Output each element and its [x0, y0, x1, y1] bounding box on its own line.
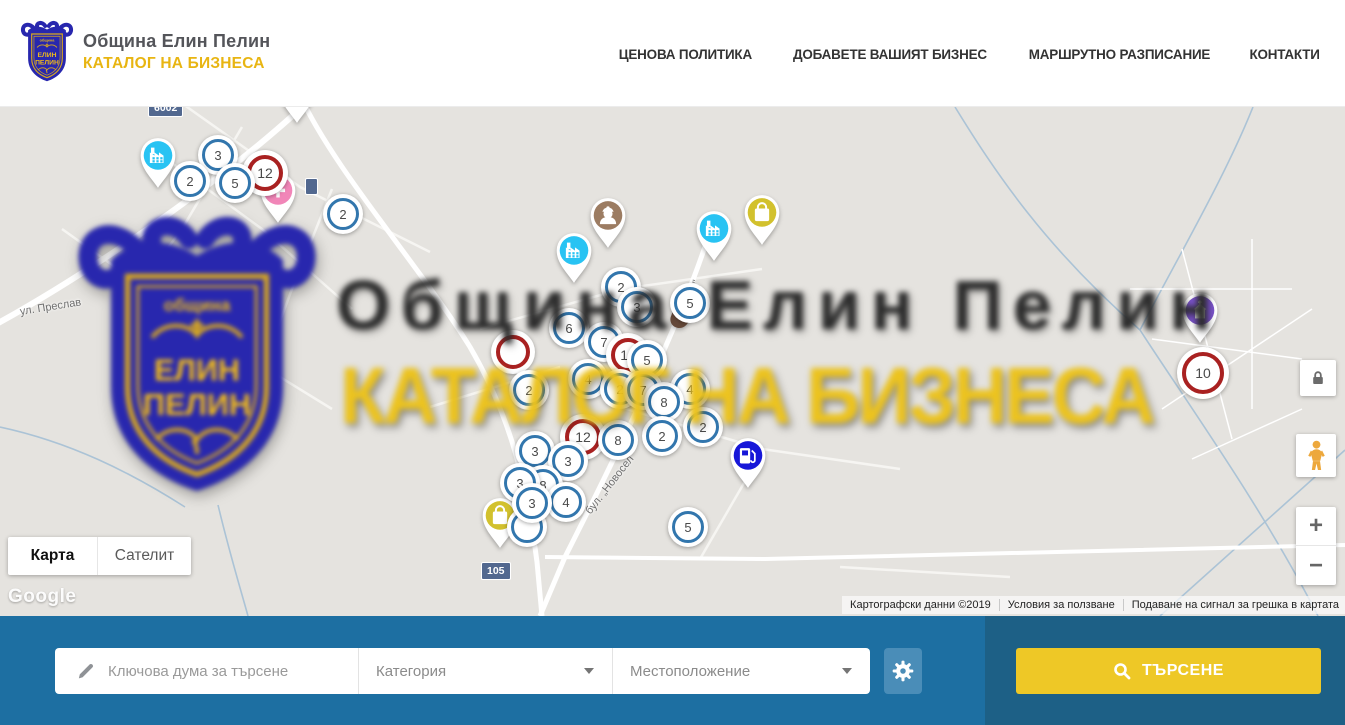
cluster-count: 5 [231, 176, 238, 191]
crest-label-top: община [40, 39, 56, 43]
main-nav: ЦЕНОВА ПОЛИТИКА ДОБАВЕТЕ ВАШИЯТ БИЗНЕС МАР… [616, 0, 1321, 107]
zoom-control: + − [1296, 507, 1336, 585]
fuel-pin[interactable] [726, 437, 770, 494]
nav-item[interactable]: МАРШРУТНО РАЗПИСАНИЕ [1029, 46, 1210, 62]
cluster-count: 3 [214, 148, 221, 163]
cluster-count: 3 [564, 454, 571, 469]
cluster-count: 5 [684, 520, 691, 535]
padlock-icon [1310, 370, 1326, 386]
google-logo[interactable]: Google [8, 586, 76, 608]
cluster-count: 3 [528, 496, 535, 511]
cluster-marker[interactable]: 2 [323, 194, 363, 234]
cluster-marker[interactable]: 5 [215, 163, 255, 203]
street-view-pegman-button[interactable] [1296, 434, 1336, 477]
cluster-marker[interactable]: 3 [512, 483, 552, 523]
map-type-satellite-button[interactable]: Сателит [97, 537, 191, 575]
cluster-marker[interactable]: 4 [546, 482, 586, 522]
cluster-count: 4 [562, 495, 569, 510]
watermark-crest-label-top: община [164, 295, 231, 315]
nav-item[interactable]: ЦЕНОВА ПОЛИТИКА [619, 46, 752, 62]
category-select[interactable]: Категория [358, 648, 612, 694]
nav-item[interactable]: КОНТАКТИ [1249, 46, 1319, 62]
zoom-in-button[interactable]: + [1296, 507, 1336, 546]
keyword-field[interactable] [55, 648, 358, 694]
pegman-icon [1306, 440, 1327, 471]
attribution-link[interactable]: Условия за ползване [999, 599, 1115, 611]
zoom-out-button[interactable]: − [1296, 546, 1336, 585]
map-type-map-button[interactable]: Карта [8, 537, 97, 575]
cluster-marker[interactable]: 10 [1177, 347, 1229, 399]
shopping-bag-pin[interactable] [740, 194, 784, 251]
crest-name-line1: ЕЛИН [38, 52, 57, 59]
brand-text: Община Елин Пелин КАТАЛОГ НА БИЗНЕСА [83, 31, 270, 73]
watermark-crest-name-line2: ПЕЛИН [143, 388, 251, 422]
search-icon [1113, 662, 1131, 680]
lock-control-button[interactable] [1300, 360, 1336, 396]
attribution-link[interactable]: Подаване на сигнал за грешка в картата [1123, 599, 1339, 611]
search-fields: Категория Местоположение [55, 648, 870, 694]
map-canvas[interactable]: ул. Преславци"бул. „Новосел6002105 12325… [0, 107, 1345, 616]
pencil-icon [76, 662, 95, 681]
cluster-count: 3 [531, 444, 538, 459]
watermark-subtitle: КАТАЛОГ НА БИЗНЕСА [340, 350, 1153, 442]
location-value: Местоположение [630, 663, 750, 680]
factory-pin[interactable] [692, 210, 736, 267]
map-type-control: Карта Сателит [8, 537, 191, 575]
chevron-down-icon [584, 668, 594, 674]
advanced-options-button[interactable] [884, 648, 922, 694]
cluster-count: 2 [339, 207, 346, 222]
cluster-count: 2 [186, 174, 193, 189]
cluster-marker[interactable]: 2 [170, 161, 210, 201]
attribution-text: Картографски данни ©2019 [850, 599, 991, 611]
gear-icon [892, 660, 914, 682]
municipality-crest-icon: община ЕЛИН ПЕЛИН [20, 20, 74, 84]
brand-subtitle: КАТАЛОГ НА БИЗНЕСА [83, 55, 270, 73]
search-button[interactable]: ТЪРСЕНЕ [1016, 648, 1321, 694]
brand-title: Община Елин Пелин [83, 31, 270, 52]
watermark-crest: община ЕЛИН ПЕЛИН [73, 215, 321, 501]
cluster-count: 10 [1195, 365, 1211, 381]
header: община ЕЛИН ПЕЛИН Община Елин Пелин КАТА… [0, 0, 1345, 107]
nav-item[interactable]: ДОБАВЕТЕ ВАШИЯТ БИЗНЕС [793, 46, 987, 62]
category-value: Категория [376, 663, 446, 680]
location-select[interactable]: Местоположение [612, 648, 870, 694]
map-attribution: Картографски данни ©2019 Условия за ползв… [842, 596, 1345, 614]
crest-name-line2: ПЕЛИН [35, 60, 59, 67]
cluster-count: 12 [257, 165, 273, 181]
search-bar: Категория Местоположение [0, 616, 1345, 725]
watermark-title: Община Елин Пелин [336, 265, 1221, 345]
watermark-crest-name-line1: ЕЛИН [154, 353, 240, 387]
keyword-input[interactable] [108, 663, 358, 680]
brand-logo[interactable]: община ЕЛИН ПЕЛИН Община Елин Пелин КАТА… [20, 20, 270, 84]
generic-pin[interactable] [275, 107, 319, 129]
cluster-marker[interactable]: 5 [668, 507, 708, 547]
search-button-label: ТЪРСЕНЕ [1142, 662, 1224, 680]
chevron-down-icon [842, 668, 852, 674]
